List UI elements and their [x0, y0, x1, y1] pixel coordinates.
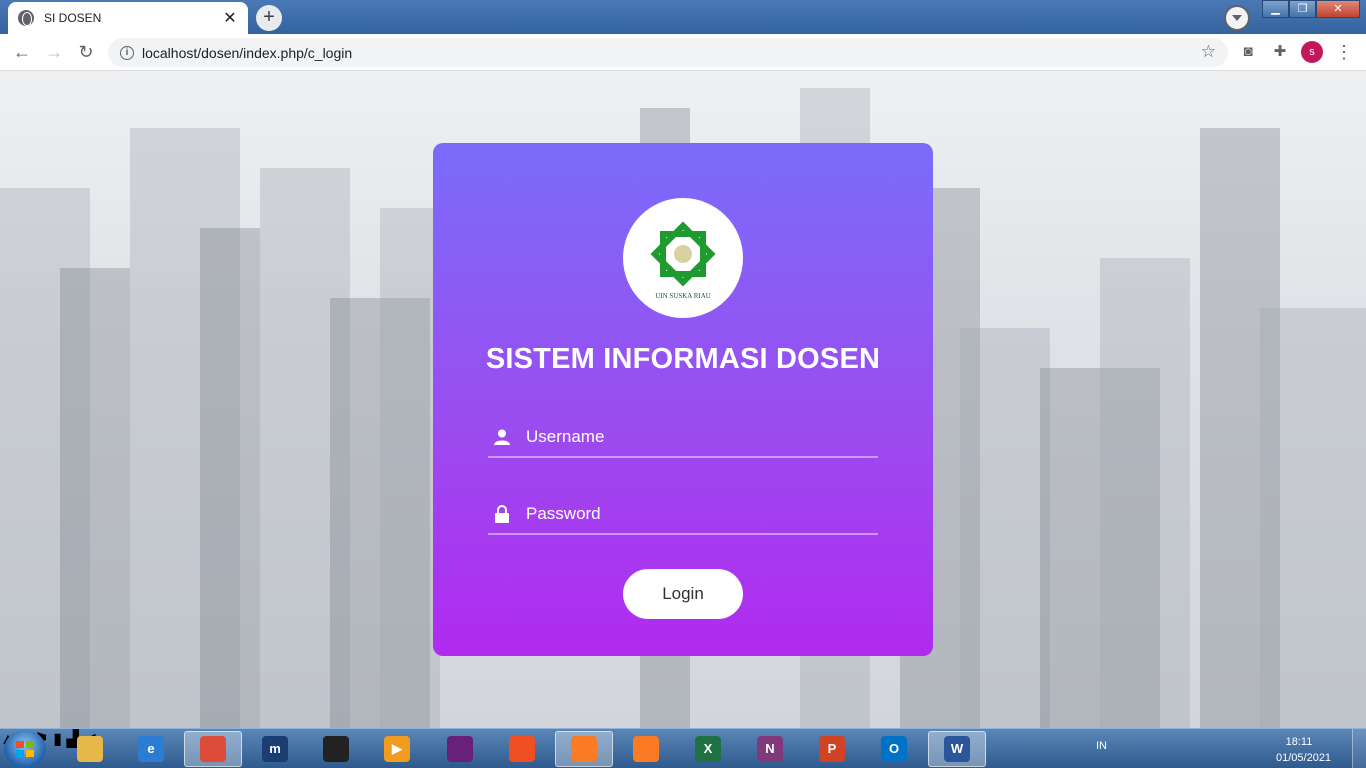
xampp-1-icon: [571, 736, 597, 762]
reload-icon[interactable]: ↻: [74, 40, 98, 64]
browser-toolbar: ← → ↻ i localhost/dosen/index.php/c_logi…: [0, 34, 1366, 71]
taskbar-app-onenote[interactable]: N: [741, 731, 799, 767]
taskbar-app-maxthon[interactable]: m: [246, 731, 304, 767]
menu-kebab-icon[interactable]: ⋮: [1334, 42, 1354, 62]
start-button[interactable]: [4, 730, 46, 768]
media-player-icon: ▶: [384, 736, 410, 762]
taskbar-app-chrome[interactable]: [184, 731, 242, 767]
taskbar-app-visual-studio[interactable]: [431, 731, 489, 767]
taskbar-app-screen-recorder[interactable]: [493, 731, 551, 767]
taskbar-app-word[interactable]: W: [928, 731, 986, 767]
forward-arrow-icon[interactable]: →: [42, 40, 66, 64]
maximize-button[interactable]: ❐: [1289, 0, 1316, 18]
password-input[interactable]: [526, 504, 866, 524]
internet-explorer-icon: e: [138, 736, 164, 762]
back-arrow-icon[interactable]: ←: [10, 40, 34, 64]
taskbar-app-outlook[interactable]: O: [865, 731, 923, 767]
info-icon[interactable]: i: [120, 45, 134, 60]
chrome-icon: [200, 736, 226, 762]
star-emblem-icon: [650, 221, 716, 287]
bookmark-star-icon[interactable]: ☆: [1201, 42, 1216, 62]
profile-avatar[interactable]: s: [1301, 41, 1323, 63]
clock[interactable]: 18:11 01/05/2021: [1276, 734, 1332, 766]
logo-caption: UIN SUSKA RIAU: [655, 292, 711, 300]
browser-tab[interactable]: SI DOSEN ✕: [8, 2, 248, 34]
taskbar-app-media-player[interactable]: ▶: [368, 731, 426, 767]
powerpoint-icon: P: [819, 736, 845, 762]
taskbar-app-xampp-1[interactable]: [555, 731, 613, 767]
maxthon-icon: m: [262, 736, 288, 762]
close-window-button[interactable]: ✕: [1316, 0, 1360, 18]
language-indicator[interactable]: IN: [1096, 740, 1107, 752]
login-page: UIN SUSKA RIAU SISTEM INFORMASI DOSEN Lo…: [0, 71, 1366, 728]
page-title: SISTEM INFORMASI DOSEN: [485, 343, 881, 375]
minimize-button[interactable]: ▁: [1262, 0, 1289, 18]
url-text[interactable]: localhost/dosen/index.php/c_login: [142, 45, 352, 61]
file-explorer-icon: [77, 736, 103, 762]
taskbar-app-excel[interactable]: X: [679, 731, 737, 767]
excel-icon: X: [695, 736, 721, 762]
username-field-row: [488, 418, 878, 458]
word-icon: W: [944, 736, 970, 762]
extension-icon[interactable]: ◙: [1238, 42, 1258, 62]
screen-recorder-icon: [509, 736, 535, 762]
login-button[interactable]: Login: [623, 569, 743, 619]
visual-studio-icon: [447, 736, 473, 762]
window-controls: ▁ ❐ ✕: [1262, 0, 1360, 18]
show-desktop-button[interactable]: [1352, 729, 1366, 768]
taskbar-app-powerpoint[interactable]: P: [803, 731, 861, 767]
xampp-2-icon: [633, 736, 659, 762]
tab-title: SI DOSEN: [44, 11, 102, 25]
windows-logo-icon: [16, 741, 34, 757]
password-field-row: [488, 495, 878, 535]
username-input[interactable]: [526, 427, 866, 447]
globe-icon: [18, 10, 34, 26]
inkscape-icon: [323, 736, 349, 762]
browser-tab-strip: SI DOSEN ✕ + ▁ ❐ ✕: [0, 0, 1366, 34]
tab-close-icon[interactable]: ✕: [222, 8, 238, 28]
puzzle-extensions-icon[interactable]: ✚: [1270, 42, 1290, 62]
clock-time: 18:11: [1285, 736, 1313, 748]
windows-taskbar: em▶XNPOW IN ▲ ■ ⚑ ▮ ▟ ◀ 18:11 01/05/2021: [0, 728, 1366, 768]
clock-date: 01/05/2021: [1276, 752, 1332, 764]
taskbar-app-inkscape[interactable]: [307, 731, 365, 767]
outlook-icon: O: [881, 736, 907, 762]
taskbar-app-file-explorer[interactable]: [61, 731, 119, 767]
lock-icon: [490, 505, 514, 523]
tab-search-button[interactable]: [1224, 5, 1250, 31]
taskbar-app-xampp-2[interactable]: [617, 731, 675, 767]
onenote-icon: N: [757, 736, 783, 762]
new-tab-button[interactable]: +: [256, 5, 282, 31]
login-card: UIN SUSKA RIAU SISTEM INFORMASI DOSEN Lo…: [433, 143, 933, 656]
address-bar[interactable]: i localhost/dosen/index.php/c_login ☆: [108, 38, 1228, 67]
user-icon: [490, 429, 514, 445]
university-logo: UIN SUSKA RIAU: [623, 198, 743, 318]
taskbar-app-internet-explorer[interactable]: e: [122, 731, 180, 767]
